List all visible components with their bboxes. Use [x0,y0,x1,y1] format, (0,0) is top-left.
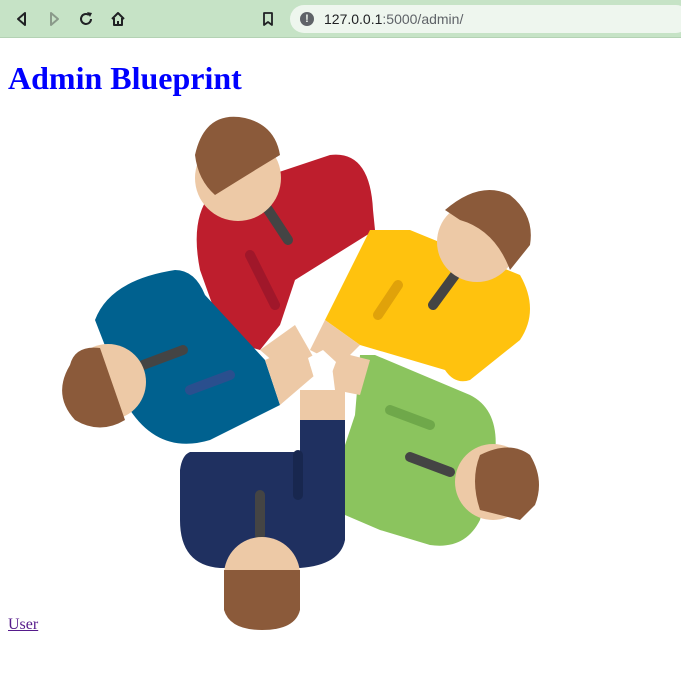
bookmark-icon [263,12,273,26]
teamwork-hands-icon [62,116,539,630]
arrow-right-icon [50,12,59,26]
url-text: 127.0.0.1:5000/admin/ [324,11,464,27]
bookmark-button[interactable] [254,5,282,33]
address-bar[interactable]: ! 127.0.0.1:5000/admin/ [290,5,681,33]
reload-icon [80,12,92,25]
page-title: Admin Blueprint [8,60,242,96]
arrow-left-icon [17,12,26,26]
green-person [330,350,539,546]
browser-toolbar: ! 127.0.0.1:5000/admin/ [0,0,681,38]
home-button[interactable] [104,5,132,33]
forward-button[interactable] [40,5,68,33]
user-link[interactable]: User [8,616,38,634]
reload-button[interactable] [72,5,100,33]
info-icon[interactable]: ! [300,12,314,26]
back-button[interactable] [8,5,36,33]
home-icon [111,12,125,26]
